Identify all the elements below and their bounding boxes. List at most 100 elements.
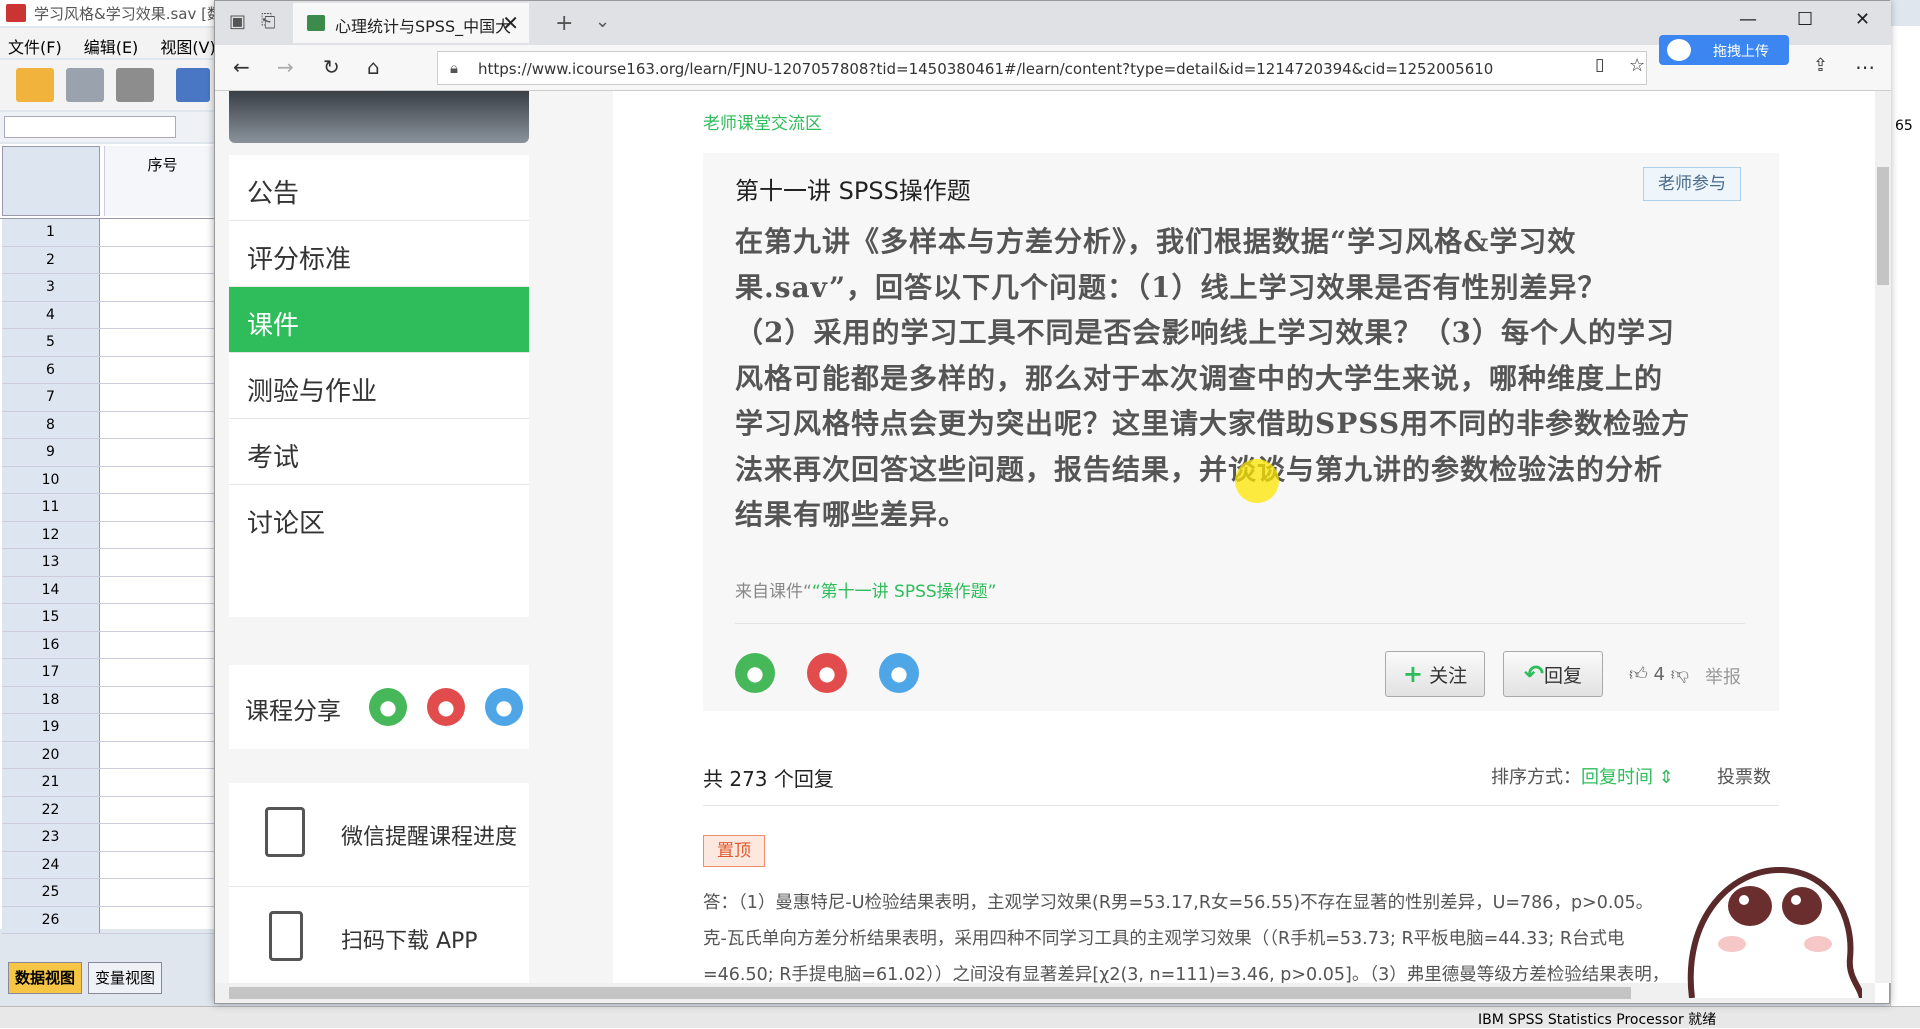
menu-item-grading[interactable]: 评分标准 [229,221,529,287]
grid-row[interactable]: 8 [2,411,220,439]
back-arrow-icon[interactable]: ← [233,55,250,79]
tab-back-icon[interactable]: ⎗ [261,11,275,32]
drag-upload-button[interactable]: 拖拽上传 [1659,35,1789,65]
maximize-icon[interactable]: ☐ [1797,9,1813,30]
row-number[interactable]: 1 [2,219,100,246]
menu-item-announcement[interactable]: 公告 [229,155,529,221]
row-number[interactable]: 14 [2,576,100,603]
share-wechat-icon[interactable]: ● [735,653,775,693]
weibo-icon[interactable]: ● [427,688,465,726]
menu-item-discussion[interactable]: 讨论区 [229,485,529,551]
share-weibo-icon[interactable]: ● [807,653,847,693]
like-area[interactable]: 👍︎ 4 👎︎ [1629,663,1689,685]
row-number[interactable]: 7 [2,384,100,411]
download-app-item[interactable]: 扫码下载 APP [229,887,529,983]
horizontal-scroll-thumb[interactable] [229,987,1631,999]
tab-actions-icon[interactable]: ▣ [229,11,246,32]
grid-row[interactable]: 13 [2,549,220,577]
row-number[interactable]: 3 [2,274,100,301]
tab-variable-view[interactable]: 变量视图 [88,962,163,994]
row-number[interactable]: 18 [2,686,100,713]
grid-row[interactable]: 9 [2,439,220,467]
share-qq-icon[interactable]: ● [879,653,919,693]
grid-row[interactable]: 17 [2,659,220,687]
menu-item-quiz-homework[interactable]: 测验与作业 [229,353,529,419]
row-number[interactable]: 16 [2,631,100,658]
open-folder-icon[interactable] [16,68,54,102]
grid-row[interactable]: 18 [2,686,220,714]
wechat-reminder-item[interactable]: 微信提醒课程进度 [229,783,529,887]
grid-row[interactable]: 3 [2,274,220,302]
sort-by-time[interactable]: 回复时间 [1581,767,1653,788]
row-number[interactable]: 13 [2,549,100,576]
grid-row[interactable]: 5 [2,329,220,357]
sort-toggle-icon[interactable]: ⇕ [1653,767,1674,788]
grid-row[interactable]: 10 [2,466,220,494]
save-icon[interactable] [66,68,104,102]
grid-row[interactable]: 6 [2,356,220,384]
grid-row[interactable]: 7 [2,384,220,412]
row-number[interactable]: 10 [2,466,100,493]
thumbs-down-icon[interactable]: 👎︎ [1671,664,1689,685]
grid-row[interactable]: 4 [2,301,220,329]
row-number[interactable]: 17 [2,659,100,686]
row-number[interactable]: 6 [2,356,100,383]
row-number[interactable]: 21 [2,769,100,796]
grid-row[interactable]: 12 [2,521,220,549]
row-number[interactable]: 2 [2,246,100,273]
grid-row[interactable]: 21 [2,769,220,797]
share-icon[interactable]: ⇪ [1813,55,1828,76]
report-link[interactable]: 举报 [1705,663,1741,689]
reading-view-icon[interactable]: ▯ [1595,55,1604,75]
tab-list-chevron-down-icon[interactable]: ⌄ [595,11,610,32]
row-number[interactable]: 15 [2,604,100,631]
cell-reference-input[interactable] [4,116,176,138]
print-icon[interactable] [116,68,154,102]
sort-by-votes[interactable]: 投票数 [1717,763,1771,789]
close-tab-icon[interactable]: ✕ [502,11,519,35]
url-input[interactable]: 🔒︎ https://www.icourse163.org/learn/FJNU… [437,51,1647,85]
grid-row[interactable]: 15 [2,604,220,632]
forward-arrow-icon[interactable]: → [277,55,294,79]
grid-row[interactable]: 20 [2,741,220,769]
grid-row[interactable]: 2 [2,246,220,274]
row-number[interactable]: 23 [2,824,100,851]
grid-row[interactable]: 22 [2,796,220,824]
grid-row[interactable]: 1 [2,219,220,247]
wechat-icon[interactable]: ● [369,688,407,726]
row-number[interactable]: 26 [2,906,100,933]
qq-icon[interactable]: ● [485,688,523,726]
row-number[interactable]: 20 [2,741,100,768]
row-number[interactable]: 12 [2,521,100,548]
row-number[interactable]: 19 [2,714,100,741]
follow-button[interactable]: + 关注 [1385,651,1485,697]
new-tab-icon[interactable]: + [555,11,573,36]
row-number[interactable]: 9 [2,439,100,466]
column-header-xuhao[interactable]: 序号 [104,146,220,216]
grid-row[interactable]: 26 [2,906,220,934]
row-number[interactable]: 25 [2,879,100,906]
tab-data-view[interactable]: 数据视图 [8,962,83,994]
vertical-scrollbar[interactable] [1875,91,1891,983]
grid-row[interactable]: 25 [2,879,220,907]
row-number[interactable]: 5 [2,329,100,356]
menu-item-exam[interactable]: 考试 [229,419,529,485]
close-window-icon[interactable]: ✕ [1855,9,1870,30]
favorite-star-icon[interactable]: ☆ [1629,55,1645,76]
grid-row[interactable]: 23 [2,824,220,852]
menu-item-courseware[interactable]: 课件 [229,287,529,353]
grid-row[interactable]: 16 [2,631,220,659]
browser-tab[interactable]: 心理统计与SPSS_中国大 ✕ [293,3,529,43]
menu-file[interactable]: 文件(F) [8,34,62,58]
menu-view[interactable]: 视图(V) [160,34,215,58]
grid-row[interactable]: 14 [2,576,220,604]
reply-button[interactable]: ↶回复 [1503,651,1603,697]
reload-icon[interactable]: ↻ [323,55,340,79]
minimize-icon[interactable]: — [1739,9,1757,30]
source-link[interactable]: “第十一讲 SPSS操作题” [812,582,997,602]
menu-edit[interactable]: 编辑(E) [84,34,139,58]
grid-row[interactable]: 19 [2,714,220,742]
grid-corner[interactable] [2,146,100,216]
data-editor-icon[interactable] [176,68,210,102]
home-icon[interactable]: ⌂ [367,55,380,79]
